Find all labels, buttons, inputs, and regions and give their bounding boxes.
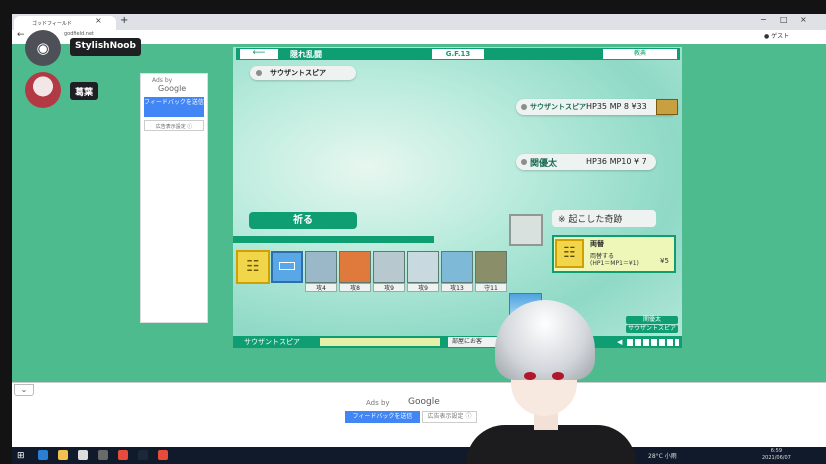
miracle-label: ※ 起こした奇跡 [552, 210, 656, 227]
card-cost: ¥5 [660, 257, 669, 265]
treasure-icon [656, 99, 678, 115]
taskbar [12, 447, 826, 464]
card-power-label: 攻9 [407, 283, 439, 292]
player-tag: 関優太 [626, 316, 678, 324]
vtuber-eye [524, 372, 536, 380]
weather-widget[interactable]: 28°C 小雨 [648, 451, 677, 460]
exchange-icon: ☷ [555, 239, 584, 268]
maximize-button[interactable]: □ [780, 15, 788, 24]
volume-slider[interactable] [627, 339, 679, 346]
miracle-slot[interactable] [509, 214, 543, 246]
store-icon[interactable] [78, 450, 88, 460]
card-power-label: 守11 [475, 283, 507, 292]
weapon-card[interactable] [407, 251, 439, 283]
card-description: 両替する (HP1＝MP1＝¥1) [590, 253, 639, 267]
weapon-card[interactable] [305, 251, 337, 283]
clock-time: 6:59 [770, 448, 783, 454]
avatar [25, 72, 61, 108]
ad-feedback-button[interactable]: フィードバックを送信 [345, 411, 420, 423]
steam-icon[interactable] [138, 450, 148, 460]
exchange-card-slot[interactable]: ☷ [236, 250, 270, 284]
ad-settings-button[interactable]: 広告表示設定 ⓘ [144, 120, 204, 131]
unit-name: 関優太 [530, 159, 558, 169]
weapon-card[interactable] [339, 251, 371, 283]
profile-label: ゲスト [771, 33, 790, 40]
google-label: Google [408, 397, 440, 407]
unit-name: サウザントスピア [530, 103, 586, 111]
pray-button[interactable]: 祈る [249, 212, 357, 229]
unit-card[interactable]: サウザントスピア HP35 MP 8 ¥33 [516, 99, 678, 115]
volume-icon[interactable]: ◀ [617, 338, 622, 346]
unit-card[interactable]: 関優太 HP36 MP10 ¥ 7 [516, 154, 656, 170]
room-name: 隠れ乱闘 [290, 50, 322, 59]
gf-counter: G.F.13 [432, 49, 484, 59]
back-arrow-icon[interactable]: ← [17, 30, 25, 40]
new-tab-button[interactable]: + [120, 15, 128, 26]
card-power-label: 攻4 [305, 283, 337, 292]
ad-settings-button[interactable]: 広告表示設定 ⓘ [422, 411, 477, 423]
unit-stats: HP35 MP 8 ¥33 [586, 102, 647, 111]
google-label: Google [158, 84, 187, 93]
game-board [233, 47, 682, 348]
vtuber-body [466, 425, 636, 464]
player-chip: サウザントスピア [250, 66, 356, 80]
discord-username: StylishNoob [70, 38, 141, 56]
tutorial-button[interactable]: 教典 [603, 49, 677, 59]
edge-icon[interactable] [38, 450, 48, 460]
ad-feedback-button[interactable]: フィードバックを送信 [144, 97, 204, 117]
explorer-icon[interactable] [58, 450, 68, 460]
weapon-card[interactable] [441, 251, 473, 283]
profile-button[interactable]: ● ゲスト [764, 31, 789, 40]
player-tags: 関優太 サウザントスピア [626, 316, 678, 334]
player-tag: サウザントスピア [626, 325, 678, 333]
chat-input[interactable] [320, 338, 440, 346]
clock-date: 2021/06/07 [762, 455, 791, 461]
status-player-name: サウザントスピア [244, 338, 300, 346]
tab-title: ゴッドフィールド [32, 21, 72, 27]
start-menu-icon[interactable]: ⊞ [17, 451, 25, 461]
blank-card-icon [279, 262, 295, 270]
card-title: 両替 [590, 240, 604, 248]
discord-username: 葛葉 [70, 82, 99, 100]
close-window-button[interactable]: × [800, 15, 807, 24]
hand-header-bar [233, 236, 434, 243]
weapon-card[interactable] [373, 251, 405, 283]
minimize-button[interactable]: − [760, 15, 767, 24]
vtuber-eye [552, 372, 564, 380]
discord-logo-icon: ◉ [25, 30, 61, 66]
chrome-icon[interactable] [118, 450, 128, 460]
mail-icon[interactable] [98, 450, 108, 460]
unit-stats: HP36 MP10 ¥ 7 [586, 157, 647, 166]
card-desc-line: 両替する [590, 253, 615, 260]
card-power-label: 攻8 [339, 283, 371, 292]
card-power-label: 攻13 [441, 283, 473, 292]
ad-label: Ads by [366, 399, 390, 407]
clock[interactable]: 6:59 2021/06/07 [762, 448, 791, 462]
card-desc-line: (HP1＝MP1＝¥1) [590, 260, 639, 267]
tab-close-icon[interactable]: × [95, 16, 102, 25]
chrome-icon[interactable] [158, 450, 168, 460]
card-power-label: 攻9 [373, 283, 405, 292]
game-back-button[interactable]: ⟵ [240, 49, 278, 59]
ad-label: Ads by [152, 77, 173, 84]
weapon-card[interactable] [475, 251, 507, 283]
tab-strip [12, 14, 826, 30]
collapse-chevron-icon[interactable]: ⌄ [14, 384, 34, 396]
